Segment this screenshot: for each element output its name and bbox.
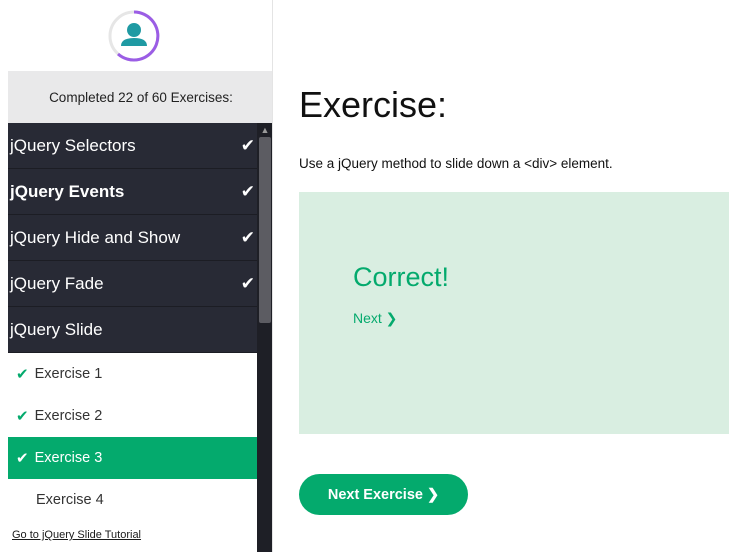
menu-item-jquery-slide[interactable]: jQuery Slide	[8, 307, 257, 353]
menu-item-jquery-events[interactable]: jQuery Events ✔	[8, 169, 257, 215]
menu-item-jquery-hide-and-show[interactable]: jQuery Hide and Show ✔	[8, 215, 257, 261]
exercise-item-4[interactable]: Exercise 4	[8, 479, 257, 521]
menu-item-label: jQuery Slide	[10, 319, 103, 339]
menu-item-label: jQuery Fade	[10, 273, 104, 293]
exercise-label: Exercise 2	[34, 408, 103, 424]
progress-header: Completed 22 of 60 Exercises:	[8, 71, 274, 123]
checkmark-icon: ✔	[240, 273, 255, 293]
exercise-label: Exercise 4	[36, 492, 104, 508]
exercise-description: Use a jQuery method to slide down a <div…	[299, 156, 613, 171]
result-panel: Correct! Next ❯	[299, 192, 729, 434]
menu-item-jquery-selectors[interactable]: jQuery Selectors ✔	[8, 123, 257, 169]
checkmark-icon: ✔	[240, 227, 255, 247]
exercise-item-1[interactable]: ✔ Exercise 1	[8, 353, 257, 395]
exercise-label: Exercise 1	[34, 366, 103, 382]
scrollbar-thumb[interactable]	[259, 137, 271, 323]
main-content: Exercise: Use a jQuery method to slide d…	[272, 0, 729, 552]
menu-item-label: jQuery Selectors	[10, 135, 136, 155]
checkmark-icon: ✔	[16, 450, 29, 467]
checkmark-icon: ✔	[16, 408, 29, 425]
user-icon	[108, 10, 160, 62]
menu-item-label: jQuery Hide and Show	[10, 227, 181, 247]
sidebar-scrollbar[interactable]: ▲	[257, 123, 273, 552]
user-avatar[interactable]	[106, 8, 162, 64]
sidebar: Completed 22 of 60 Exercises: jQuery Sel…	[0, 0, 274, 552]
checkmark-icon: ✔	[16, 366, 29, 383]
menu-item-jquery-fade[interactable]: jQuery Fade ✔	[8, 261, 257, 307]
exercise-menu: jQuery Selectors ✔ jQuery Events ✔ jQuer…	[8, 123, 257, 549]
scroll-up-icon[interactable]: ▲	[257, 123, 273, 137]
exercise-item-3[interactable]: ✔ Exercise 3	[8, 437, 257, 479]
menu-item-label: jQuery Events	[10, 181, 125, 201]
exercise-label: Exercise 3	[34, 450, 103, 466]
checkmark-icon: ✔	[240, 135, 255, 155]
exercise-item-2[interactable]: ✔ Exercise 2	[8, 395, 257, 437]
result-message: Correct!	[353, 262, 450, 292]
tutorial-link[interactable]: Go to jQuery Slide Tutorial	[8, 521, 257, 549]
next-link[interactable]: Next ❯	[353, 310, 397, 327]
next-exercise-button[interactable]: Next Exercise ❯	[299, 474, 468, 515]
page-title: Exercise:	[299, 84, 448, 125]
checkmark-icon: ✔	[240, 181, 255, 201]
